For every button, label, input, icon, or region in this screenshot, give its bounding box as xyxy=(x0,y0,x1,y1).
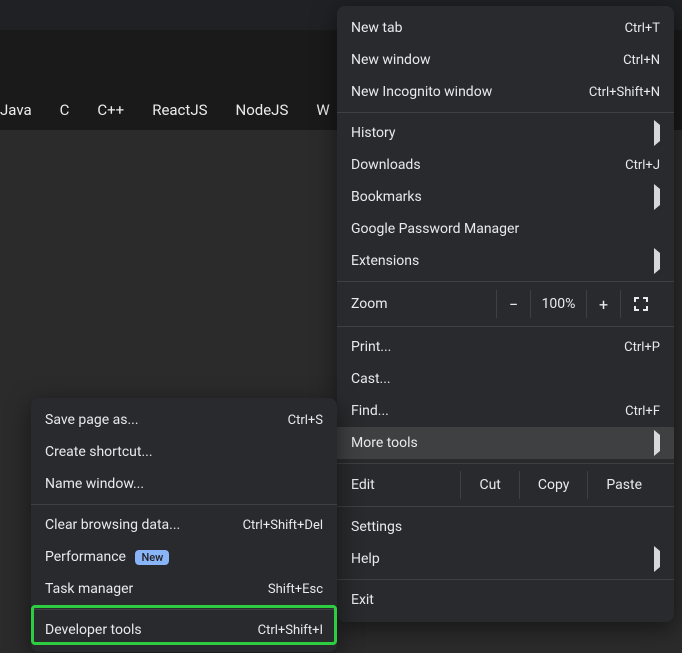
separator xyxy=(31,609,337,610)
menu-label: Bookmarks xyxy=(351,189,654,205)
shortcut: Ctrl+Shift+Del xyxy=(243,518,323,533)
menu-label: New window xyxy=(351,52,623,68)
menu-label: Clear browsing data... xyxy=(45,517,243,533)
menu-label: Exit xyxy=(351,592,660,608)
nav-item[interactable]: C++ xyxy=(97,101,124,119)
more-tools-submenu: Save page as... Ctrl+S Create shortcut..… xyxy=(31,398,337,652)
separator xyxy=(337,579,674,580)
nav-item[interactable]: W xyxy=(316,101,329,119)
shortcut: Ctrl+S xyxy=(288,413,323,428)
menu-print[interactable]: Print... Ctrl+P xyxy=(337,331,674,363)
chevron-right-icon xyxy=(654,253,660,269)
zoom-out-button[interactable]: − xyxy=(496,290,530,318)
shortcut: Ctrl+Shift+I xyxy=(258,623,323,638)
menu-zoom-row: Zoom − 100% + xyxy=(337,286,674,322)
menu-more-tools[interactable]: More tools xyxy=(337,427,674,459)
menu-label: Developer tools xyxy=(45,622,258,638)
menu-new-window[interactable]: New window Ctrl+N xyxy=(337,44,674,76)
edit-copy-button[interactable]: Copy xyxy=(519,471,588,499)
menu-label: Help xyxy=(351,551,654,567)
fullscreen-icon xyxy=(633,296,649,312)
chrome-main-menu: New tab Ctrl+T New window Ctrl+N New Inc… xyxy=(337,6,674,622)
menu-label: Task manager xyxy=(45,581,268,597)
submenu-name-window[interactable]: Name window... xyxy=(31,468,337,500)
zoom-controls: − 100% + xyxy=(496,290,660,318)
menu-label: Save page as... xyxy=(45,412,288,428)
separator xyxy=(337,506,674,507)
menu-bookmarks[interactable]: Bookmarks xyxy=(337,181,674,213)
edit-cut-button[interactable]: Cut xyxy=(460,471,518,499)
perf-text: Performance xyxy=(45,549,126,565)
chevron-right-icon xyxy=(654,435,660,451)
shortcut: Ctrl+J xyxy=(625,158,660,173)
menu-extensions[interactable]: Extensions xyxy=(337,245,674,277)
fullscreen-button[interactable] xyxy=(620,290,660,318)
nav-item[interactable]: C xyxy=(60,101,70,119)
chevron-right-icon xyxy=(654,125,660,141)
menu-label: New tab xyxy=(351,20,625,36)
menu-label: More tools xyxy=(351,435,654,451)
submenu-create-shortcut[interactable]: Create shortcut... xyxy=(31,436,337,468)
menu-downloads[interactable]: Downloads Ctrl+J xyxy=(337,149,674,181)
nav-item[interactable]: Java xyxy=(0,101,32,119)
menu-new-tab[interactable]: New tab Ctrl+T xyxy=(337,12,674,44)
menu-exit[interactable]: Exit xyxy=(337,584,674,616)
new-badge: New xyxy=(135,550,169,565)
submenu-save-page[interactable]: Save page as... Ctrl+S xyxy=(31,404,337,436)
menu-label: Performance New xyxy=(45,549,323,565)
menu-label: Name window... xyxy=(45,476,323,492)
separator xyxy=(31,504,337,505)
chevron-right-icon xyxy=(654,551,660,567)
submenu-performance[interactable]: Performance New xyxy=(31,541,337,573)
nav-item[interactable]: NodeJS xyxy=(236,101,289,119)
menu-label: Print... xyxy=(351,339,624,355)
submenu-clear-browsing-data[interactable]: Clear browsing data... Ctrl+Shift+Del xyxy=(31,509,337,541)
edit-paste-button[interactable]: Paste xyxy=(587,471,660,499)
chevron-right-icon xyxy=(654,189,660,205)
shortcut: Shift+Esc xyxy=(268,582,323,597)
menu-label: History xyxy=(351,125,654,141)
menu-label: Settings xyxy=(351,519,660,535)
menu-google-password-manager[interactable]: Google Password Manager xyxy=(337,213,674,245)
shortcut: Ctrl+F xyxy=(625,404,660,419)
menu-history[interactable]: History xyxy=(337,117,674,149)
menu-label: Zoom xyxy=(351,296,496,312)
menu-incognito[interactable]: New Incognito window Ctrl+Shift+N xyxy=(337,76,674,108)
menu-label: Create shortcut... xyxy=(45,444,323,460)
zoom-percent: 100% xyxy=(530,290,586,318)
shortcut: Ctrl+N xyxy=(623,53,660,68)
separator xyxy=(337,112,674,113)
menu-label: New Incognito window xyxy=(351,84,589,100)
submenu-task-manager[interactable]: Task manager Shift+Esc xyxy=(31,573,337,605)
separator xyxy=(337,463,674,464)
menu-label: Google Password Manager xyxy=(351,221,660,237)
menu-label: Cast... xyxy=(351,371,660,387)
menu-label: Downloads xyxy=(351,157,625,173)
menu-label: Extensions xyxy=(351,253,654,269)
separator xyxy=(337,326,674,327)
shortcut: Ctrl+Shift+N xyxy=(589,85,660,100)
menu-label: Find... xyxy=(351,403,625,419)
nav-item[interactable]: ReactJS xyxy=(152,101,207,119)
menu-cast[interactable]: Cast... xyxy=(337,363,674,395)
shortcut: Ctrl+P xyxy=(624,340,660,355)
menu-find[interactable]: Find... Ctrl+F xyxy=(337,395,674,427)
menu-help[interactable]: Help xyxy=(337,543,674,575)
menu-settings[interactable]: Settings xyxy=(337,511,674,543)
menu-label: Edit xyxy=(351,477,460,493)
zoom-in-button[interactable]: + xyxy=(586,290,620,318)
menu-edit-row: Edit Cut Copy Paste xyxy=(337,468,674,502)
shortcut: Ctrl+T xyxy=(625,21,660,36)
separator xyxy=(337,281,674,282)
submenu-developer-tools[interactable]: Developer tools Ctrl+Shift+I xyxy=(31,614,337,646)
